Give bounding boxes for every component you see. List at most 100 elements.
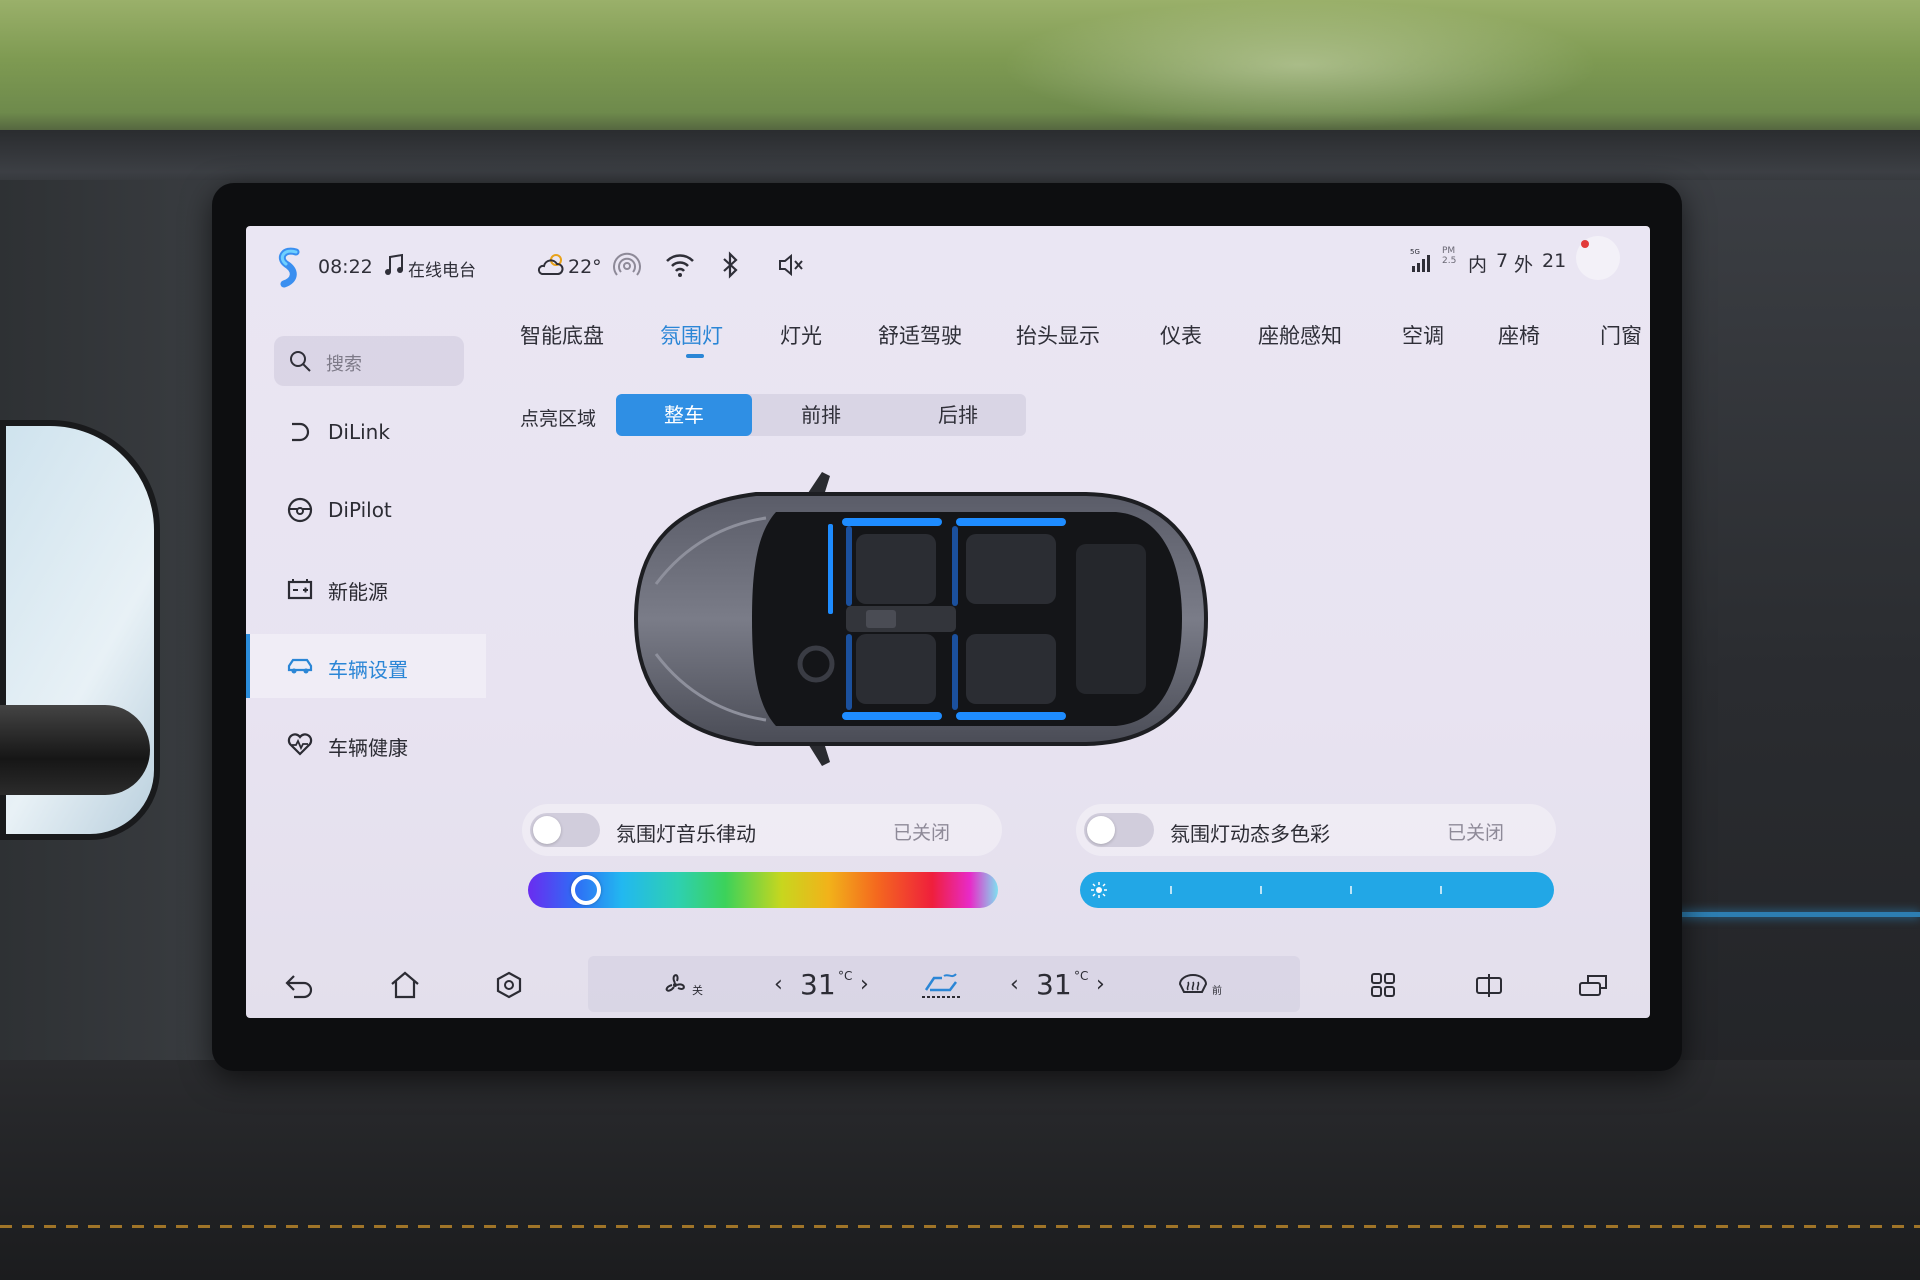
split-screen-icon[interactable] <box>1472 970 1506 1000</box>
zone-label: 点亮区域 <box>520 408 597 430</box>
windshield-glare <box>1000 0 1600 130</box>
pm-inside-label: 内 <box>1468 254 1488 276</box>
brightness-tick <box>1170 886 1172 894</box>
driver-temperature: 31 <box>800 968 836 1001</box>
dynamic-color-switch[interactable] <box>1084 813 1154 847</box>
brightness-tick <box>1350 886 1352 894</box>
dashboard-stitching <box>0 1225 1920 1228</box>
battery-icon <box>287 579 313 600</box>
brightness-tick <box>1440 886 1442 894</box>
tab-comfort-driving[interactable]: 舒适驾驶 <box>878 320 962 350</box>
infotainment-screen: 08:22 在线电台 22° 5G PM 2.5 内 7 外 21 搜索 DiL… <box>246 226 1650 1018</box>
music-rhythm-toggle-row: 氛围灯音乐律动 已关闭 <box>522 804 1002 856</box>
pm25-label: PM 2.5 <box>1442 246 1457 266</box>
active-tab-indicator <box>686 354 704 358</box>
back-icon[interactable] <box>282 970 316 1000</box>
passenger-temp-decrease[interactable]: ‹ <box>1010 972 1019 997</box>
bottom-dock: 关 ‹ 31 °C › ‹ 31 °C › 前 <box>246 956 1650 1018</box>
sidebar-item-dilink[interactable]: DiLink <box>246 400 486 464</box>
recording-indicator <box>1581 240 1589 248</box>
fan-icon[interactable] <box>658 970 692 1000</box>
tab-lighting[interactable]: 灯光 <box>780 320 822 350</box>
search-placeholder: 搜索 <box>326 354 362 375</box>
screen-rotate-icon[interactable] <box>1576 970 1610 1000</box>
zone-option-rear-row[interactable]: 后排 <box>890 394 1026 436</box>
driver-temp-decrease[interactable]: ‹ <box>774 972 783 997</box>
steering-wheel-icon <box>287 497 313 523</box>
heart-pulse-icon <box>287 733 313 756</box>
pm-outside-label: 外 <box>1514 254 1534 276</box>
status-bar: 08:22 在线电台 22° 5G PM 2.5 内 7 外 21 <box>246 226 1650 302</box>
brightness-tick <box>1260 886 1262 894</box>
dilink-icon <box>292 422 310 442</box>
dynamic-color-label: 氛围灯动态多色彩 <box>1170 822 1330 846</box>
climate-control-bar: 关 ‹ 31 °C › ‹ 31 °C › 前 <box>588 956 1300 1012</box>
sidebar-item-dipilot[interactable]: DiPilot <box>246 478 486 542</box>
tab-doors-windows[interactable]: 门窗 <box>1600 320 1642 350</box>
pm-inside-value: 7 <box>1496 250 1509 272</box>
sidebar-item-vehicle-health[interactable]: 车辆健康 <box>246 712 486 776</box>
music-note-icon[interactable] <box>382 252 406 278</box>
app-logo-icon[interactable] <box>276 246 302 290</box>
tab-seats[interactable]: 座椅 <box>1498 320 1540 350</box>
sidebar-item-label: 车辆健康 <box>328 736 408 760</box>
windshield-background <box>0 0 1920 150</box>
ambient-trim-line <box>1660 912 1920 917</box>
signal-strength-icon: 5G <box>1410 246 1434 274</box>
dynamic-color-toggle-row: 氛围灯动态多色彩 已关闭 <box>1076 804 1556 856</box>
front-defrost-icon[interactable] <box>1176 970 1210 1000</box>
tab-hud[interactable]: 抬头显示 <box>1016 320 1100 350</box>
signal-label: 5G <box>1410 248 1420 256</box>
ambient-color-slider[interactable] <box>528 872 998 908</box>
app-grid-icon[interactable] <box>1366 970 1400 1000</box>
passenger-temp-unit: °C <box>1074 969 1089 983</box>
fan-status: 关 <box>692 984 703 997</box>
weather-cloud-sun-icon <box>536 250 568 280</box>
bluetooth-icon[interactable] <box>720 250 742 280</box>
passenger-temperature: 31 <box>1036 968 1072 1001</box>
car-top-view-illustration <box>633 472 1209 766</box>
search-icon <box>290 351 311 372</box>
driver-temp-increase[interactable]: › <box>860 972 869 997</box>
music-rhythm-status: 已关闭 <box>892 822 950 844</box>
color-slider-thumb[interactable] <box>571 875 601 905</box>
seat-airflow-icon[interactable] <box>916 970 966 1000</box>
search-field[interactable]: 搜索 <box>274 336 464 386</box>
switch-knob <box>533 816 561 844</box>
dashboard-bottom <box>0 1060 1920 1280</box>
sidebar-item-label: 车辆设置 <box>328 658 408 682</box>
home-icon[interactable] <box>388 970 422 1000</box>
tab-air-conditioning[interactable]: 空调 <box>1402 320 1444 350</box>
switch-knob <box>1087 816 1115 844</box>
sidebar-item-label: 新能源 <box>328 580 388 604</box>
volume-mute-icon[interactable] <box>776 250 806 280</box>
dynamic-color-status: 已关闭 <box>1446 822 1504 844</box>
sidebar-item-vehicle-settings[interactable]: 车辆设置 <box>246 634 486 698</box>
sidebar-item-label: DiPilot <box>328 498 392 522</box>
driver-temp-unit: °C <box>838 969 853 983</box>
wiper-stalk <box>0 705 150 795</box>
zone-segmented-control: 整车 前排 后排 <box>616 394 1026 436</box>
radio-label[interactable]: 在线电台 <box>408 256 476 281</box>
zone-option-front-row[interactable]: 前排 <box>753 394 889 436</box>
tab-cabin-sensing[interactable]: 座舱感知 <box>1258 320 1342 350</box>
sidebar-item-new-energy[interactable]: 新能源 <box>246 556 486 620</box>
pm-outside-value: 21 <box>1542 250 1567 272</box>
sidebar-item-label: DiLink <box>328 420 390 444</box>
car-icon <box>287 658 313 674</box>
brightness-sun-icon <box>1091 882 1107 898</box>
brightness-slider[interactable] <box>1080 872 1554 908</box>
hotspot-icon[interactable] <box>612 250 642 280</box>
wifi-icon[interactable] <box>664 250 696 280</box>
tab-smart-chassis[interactable]: 智能底盘 <box>520 320 604 350</box>
passenger-temp-increase[interactable]: › <box>1096 972 1105 997</box>
music-rhythm-label: 氛围灯音乐律动 <box>616 822 756 846</box>
front-defrost-label: 前 <box>1212 986 1222 997</box>
tab-ambient-light[interactable]: 氛围灯 <box>660 320 723 350</box>
zone-option-whole-car[interactable]: 整车 <box>616 394 752 436</box>
clock: 08:22 <box>318 256 373 278</box>
music-rhythm-switch[interactable] <box>530 813 600 847</box>
tab-instrument[interactable]: 仪表 <box>1160 320 1202 350</box>
settings-gear-icon[interactable] <box>492 970 526 1000</box>
weather-temperature: 22° <box>568 256 602 278</box>
